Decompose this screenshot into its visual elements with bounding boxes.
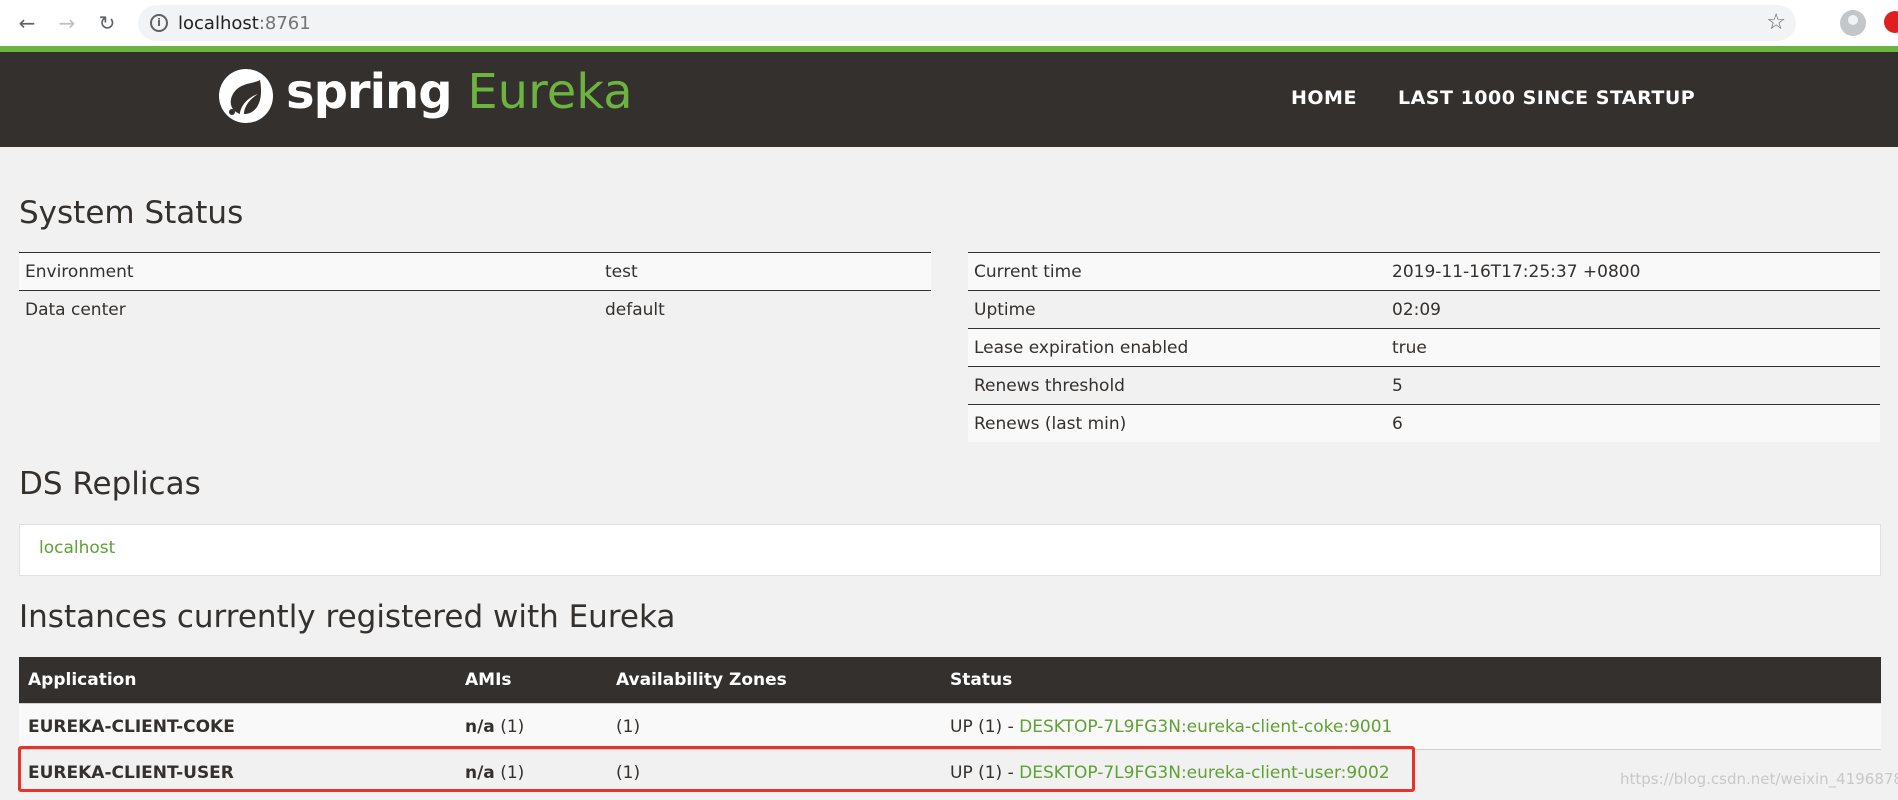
brand[interactable]: spring Eureka [286, 64, 633, 120]
env-value: test [599, 252, 931, 291]
current-time-key: Current time [968, 252, 1386, 291]
address-url[interactable]: localhost:8761 [178, 13, 311, 34]
uptime-key: Uptime [968, 290, 1386, 329]
spring-leaf-logo-icon[interactable] [218, 68, 274, 124]
watermark: https://blog.csdn.net/weixin_41968788 [1620, 770, 1898, 788]
site-info-icon[interactable]: i [150, 14, 168, 32]
renews-last-min-key: Renews (last min) [968, 404, 1386, 442]
bookmark-star-icon[interactable]: ☆ [1766, 10, 1786, 35]
renews-last-min-value: 6 [1386, 404, 1880, 442]
lease-key: Lease expiration enabled [968, 328, 1386, 367]
status-cell: UP (1) - DESKTOP-7L9FG3N:eureka-client-c… [941, 703, 1881, 750]
amis-count: (1) [494, 716, 525, 737]
replicas-list: localhost [19, 524, 1881, 576]
back-arrow-icon[interactable]: ← [12, 8, 42, 38]
amis-cell: n/a (1) [456, 703, 607, 750]
amis-na: n/a [465, 762, 495, 783]
table-row: EUREKA-CLIENT-COKE n/a (1) (1) UP (1) - … [19, 703, 1881, 750]
nav-last-1000-link[interactable]: LAST 1000 SINCE STARTUP [1398, 87, 1695, 109]
uptime-value: 02:09 [1386, 290, 1880, 329]
status-prefix: UP (1) - [950, 762, 1020, 783]
table-row: Uptime 02:09 [968, 290, 1880, 329]
instances-title: Instances currently registered with Eure… [19, 599, 676, 635]
system-status-title: System Status [19, 195, 244, 231]
lease-value: true [1386, 328, 1880, 367]
address-bar[interactable]: i localhost:8761 ☆ [138, 5, 1796, 41]
table-row: Renews threshold 5 [968, 366, 1880, 405]
env-key: Environment [19, 252, 599, 291]
instances-table: Application AMIs Availability Zones Stat… [19, 657, 1881, 795]
ds-replicas-title: DS Replicas [19, 466, 201, 502]
system-status-right-table: Current time 2019-11-16T17:25:37 +0800 U… [968, 252, 1880, 442]
datacenter-value: default [599, 290, 931, 328]
col-application[interactable]: Application [19, 657, 456, 704]
amis-cell: n/a (1) [456, 749, 607, 795]
instance-status-link[interactable]: DESKTOP-7L9FG3N:eureka-client-coke:9001 [1019, 717, 1392, 737]
browser-toolbar: ← → ↻ i localhost:8761 ☆ [0, 0, 1898, 46]
renews-threshold-value: 5 [1386, 366, 1880, 405]
current-time-value: 2019-11-16T17:25:37 +0800 [1386, 252, 1880, 291]
table-row: EUREKA-CLIENT-USER n/a (1) (1) UP (1) - … [19, 749, 1881, 795]
col-amis[interactable]: AMIs [456, 657, 607, 704]
table-row: Renews (last min) 6 [968, 404, 1880, 442]
col-availability-zones[interactable]: Availability Zones [607, 657, 941, 704]
status-prefix: UP (1) - [950, 716, 1020, 737]
replica-link-localhost[interactable]: localhost [39, 538, 115, 558]
table-row: Lease expiration enabled true [968, 328, 1880, 367]
amis-count: (1) [494, 762, 525, 783]
table-row: Data center default [19, 290, 931, 328]
profile-avatar-icon[interactable] [1840, 10, 1866, 36]
app-name-cell: EUREKA-CLIENT-COKE [19, 703, 456, 750]
zones-cell: (1) [607, 703, 941, 750]
nav-home-link[interactable]: HOME [1291, 87, 1357, 109]
navbar: spring Eureka HOME LAST 1000 SINCE START… [0, 52, 1898, 147]
amis-na: n/a [465, 716, 495, 737]
table-header-row: Application AMIs Availability Zones Stat… [19, 657, 1881, 704]
app-name-cell: EUREKA-CLIENT-USER [19, 749, 456, 795]
table-row: Environment test [19, 252, 931, 291]
forward-arrow-icon[interactable]: → [52, 8, 82, 38]
table-row: Current time 2019-11-16T17:25:37 +0800 [968, 252, 1880, 291]
zones-cell: (1) [607, 749, 941, 795]
datacenter-key: Data center [19, 290, 599, 328]
renews-threshold-key: Renews threshold [968, 366, 1386, 405]
extension-icon[interactable] [1884, 11, 1898, 33]
reload-icon[interactable]: ↻ [92, 8, 122, 38]
instance-status-link[interactable]: DESKTOP-7L9FG3N:eureka-client-user:9002 [1019, 763, 1390, 783]
system-status-left-table: Environment test Data center default [19, 252, 931, 328]
col-status[interactable]: Status [941, 657, 1881, 704]
